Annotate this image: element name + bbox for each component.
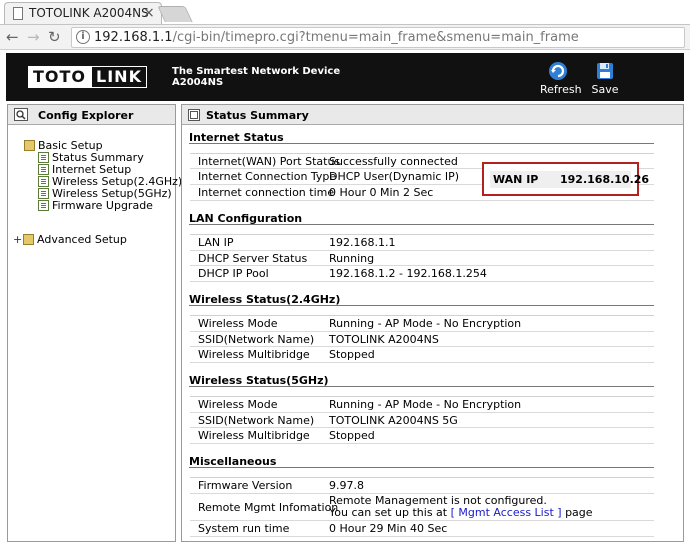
totolink-logo: TOTO LINK <box>28 66 147 88</box>
page-icon <box>38 176 49 187</box>
config-explorer-panel: Config Explorer Basic Setup Status Summa… <box>7 104 182 542</box>
refresh-button[interactable]: Refresh <box>540 61 582 96</box>
wireless-24-table: Wireless Mode Running - AP Mode - No Enc… <box>190 315 654 363</box>
table-row: System run time 0 Hour 29 Min 40 Sec <box>190 521 654 537</box>
floppy-disk-icon <box>597 63 613 79</box>
folder-icon <box>24 140 35 151</box>
section-divider <box>189 143 654 144</box>
folder-icon <box>23 234 34 245</box>
url-text: 192.168.1.1/cgi-bin/timepro.cgi?tmenu=ma… <box>94 30 579 45</box>
section-divider <box>189 224 654 225</box>
back-arrow-icon[interactable]: ← <box>6 27 19 47</box>
config-explorer-header: Config Explorer <box>8 105 175 125</box>
section-divider <box>189 467 654 468</box>
tree-advanced-setup[interactable]: + Advanced Setup <box>13 233 127 246</box>
wan-ip-field: WAN IP 192.168.10.26 <box>490 171 649 188</box>
table-row: DHCP IP Pool 192.168.1.2 - 192.168.1.254 <box>190 266 654 282</box>
table-row: SSID(Network Name) TOTOLINK A2004NS 5G <box>190 413 654 428</box>
tree-firmware-upgrade[interactable]: Firmware Upgrade <box>38 199 153 212</box>
browser-tab-bar: TOTOLINK A2004NS × <box>0 0 690 24</box>
table-row: DHCP Server Status Running <box>190 251 654 266</box>
status-summary-panel: Status Summary Internet Status Internet(… <box>181 104 684 542</box>
table-row: Firmware Version 9.97.8 <box>190 478 654 494</box>
browser-tab[interactable]: TOTOLINK A2004NS × <box>4 2 162 24</box>
window-icon <box>188 109 200 121</box>
table-row: SSID(Network Name) TOTOLINK A2004NS <box>190 332 654 347</box>
table-row: Wireless Multibridge Stopped <box>190 347 654 363</box>
expand-plus-icon[interactable]: + <box>13 233 23 246</box>
page-icon <box>13 7 23 20</box>
close-icon[interactable]: × <box>143 4 155 22</box>
forward-arrow-icon[interactable]: → <box>27 27 40 47</box>
table-row: Wireless Multibridge Stopped <box>190 428 654 444</box>
miscellaneous-table: Firmware Version 9.97.8 Remote Mgmt Info… <box>190 477 654 537</box>
page-icon <box>38 200 49 211</box>
page-icon <box>38 164 49 175</box>
info-icon[interactable]: i <box>76 30 90 44</box>
refresh-icon <box>549 62 567 80</box>
new-tab-button[interactable] <box>157 6 193 22</box>
save-button[interactable]: Save <box>590 61 620 96</box>
mgmt-access-list-link[interactable]: [ Mgmt Access List ] <box>451 506 562 519</box>
table-row: LAN IP 192.168.1.1 <box>190 235 654 251</box>
wan-ip-highlight: WAN IP 192.168.10.26 <box>482 162 649 196</box>
wireless-5-table: Wireless Mode Running - AP Mode - No Enc… <box>190 396 654 444</box>
table-row: Wireless Mode Running - AP Mode - No Enc… <box>190 316 654 332</box>
reload-icon[interactable]: ↻ <box>48 27 61 47</box>
tagline: The Smartest Network Device A2004NS <box>172 66 341 88</box>
table-row: Remote Mgmt Infomation Remote Management… <box>190 494 654 521</box>
tab-title: TOTOLINK A2004NS <box>29 6 149 20</box>
page-icon <box>38 188 49 199</box>
status-summary-header: Status Summary <box>182 105 683 125</box>
table-row: Wireless Mode Running - AP Mode - No Enc… <box>190 397 654 413</box>
url-input[interactable]: i 192.168.1.1/cgi-bin/timepro.cgi?tmenu=… <box>71 27 685 48</box>
magnifier-icon <box>14 108 28 121</box>
section-divider <box>189 305 654 306</box>
address-bar: ← → ↻ i 192.168.1.1/cgi-bin/timepro.cgi?… <box>0 24 690 50</box>
page-icon <box>38 152 49 163</box>
router-header: TOTO LINK The Smartest Network Device A20… <box>6 53 684 101</box>
lan-config-table: LAN IP 192.168.1.1 DHCP Server Status Ru… <box>190 234 654 282</box>
section-divider <box>189 386 654 387</box>
remote-mgmt-line: You can set up this at [ Mgmt Access Lis… <box>329 506 593 519</box>
